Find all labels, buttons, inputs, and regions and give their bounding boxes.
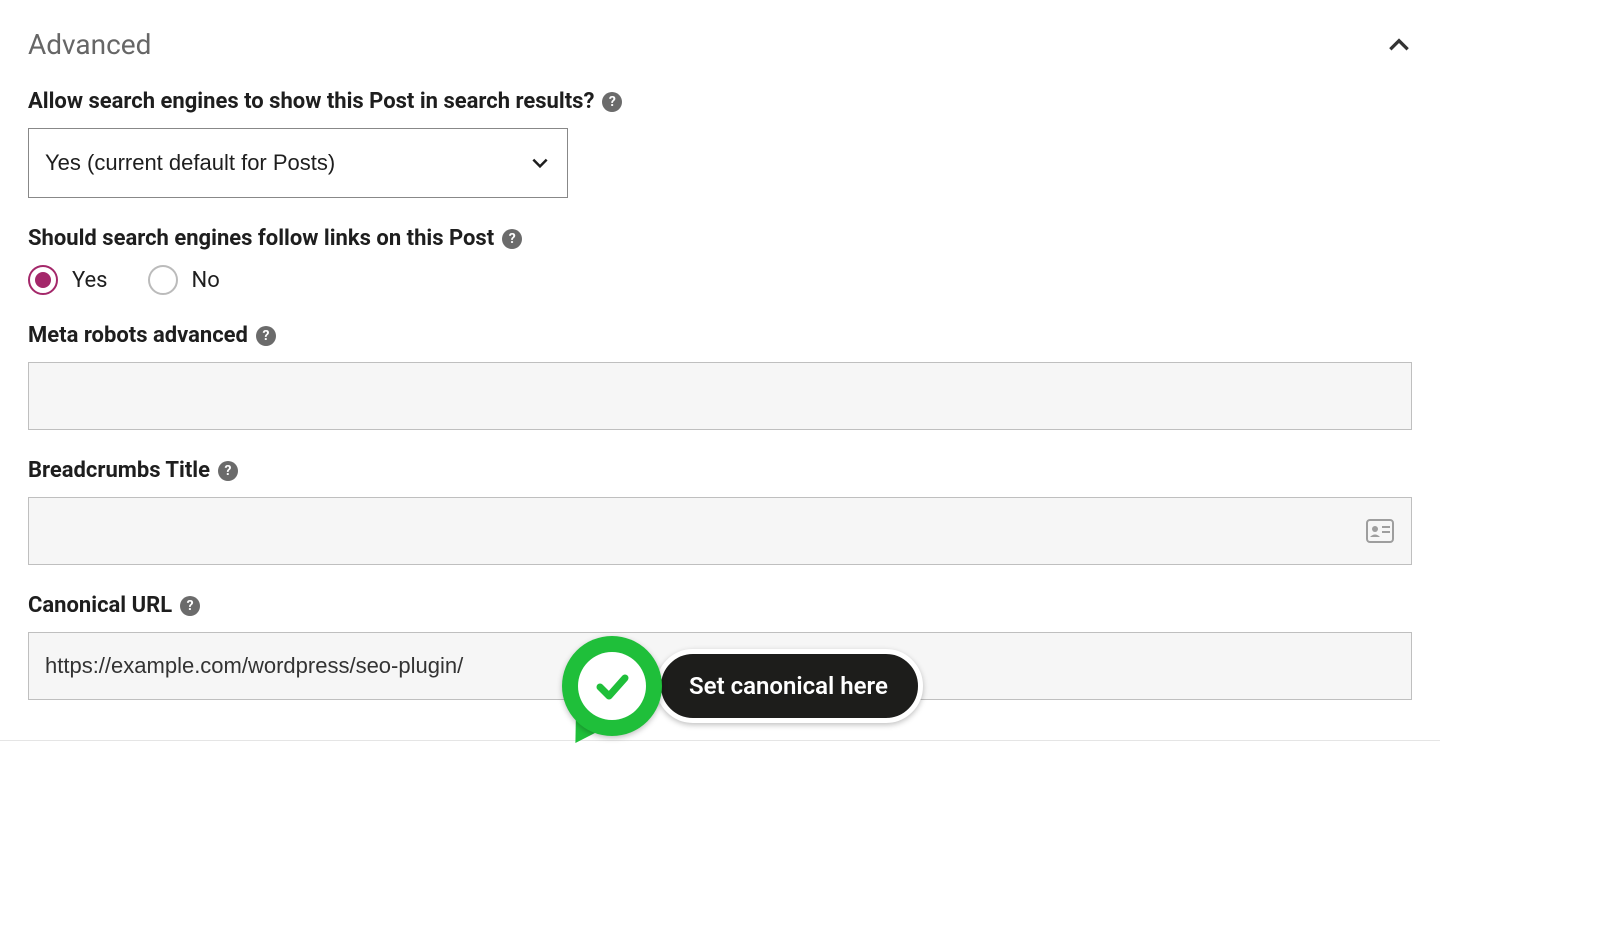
follow-links-radio-yes[interactable]: Yes bbox=[28, 265, 108, 295]
canonical-section: Canonical URL ? bbox=[28, 593, 1412, 700]
canonical-label: Canonical URL bbox=[28, 593, 172, 618]
breadcrumbs-input-wrap bbox=[28, 497, 1412, 565]
help-icon[interactable]: ? bbox=[502, 229, 522, 249]
breadcrumbs-label-row: Breadcrumbs Title ? bbox=[28, 458, 1412, 483]
help-icon[interactable]: ? bbox=[602, 92, 622, 112]
breadcrumbs-input[interactable] bbox=[28, 497, 1412, 565]
radio-label-no: No bbox=[192, 268, 220, 293]
panel-header: Advanced bbox=[28, 28, 1412, 61]
search-results-label: Allow search engines to show this Post i… bbox=[28, 89, 594, 114]
radio-dot bbox=[35, 272, 51, 288]
search-results-label-row: Allow search engines to show this Post i… bbox=[28, 89, 1412, 114]
help-icon[interactable]: ? bbox=[256, 326, 276, 346]
follow-links-label: Should search engines follow links on th… bbox=[28, 226, 494, 251]
breadcrumbs-label: Breadcrumbs Title bbox=[28, 458, 210, 483]
breadcrumbs-section: Breadcrumbs Title ? bbox=[28, 458, 1412, 565]
collapse-icon[interactable] bbox=[1386, 32, 1412, 58]
advanced-panel: Advanced Allow search engines to show th… bbox=[0, 0, 1440, 741]
canonical-input-wrap bbox=[28, 632, 1412, 700]
follow-links-radio-no[interactable]: No bbox=[148, 265, 220, 295]
search-results-select[interactable] bbox=[28, 128, 568, 198]
follow-links-radio-group: Yes No bbox=[28, 265, 1412, 295]
meta-robots-input[interactable] bbox=[28, 362, 1412, 430]
canonical-label-row: Canonical URL ? bbox=[28, 593, 1412, 618]
radio-indicator bbox=[148, 265, 178, 295]
help-icon[interactable]: ? bbox=[218, 461, 238, 481]
radio-label-yes: Yes bbox=[72, 268, 108, 293]
search-results-section: Allow search engines to show this Post i… bbox=[28, 89, 1412, 198]
follow-links-label-row: Should search engines follow links on th… bbox=[28, 226, 1412, 251]
meta-robots-input-wrap bbox=[28, 362, 1412, 430]
meta-robots-label-row: Meta robots advanced ? bbox=[28, 323, 1412, 348]
search-results-select-wrap bbox=[28, 128, 568, 198]
id-card-icon bbox=[1366, 519, 1394, 543]
panel-title: Advanced bbox=[28, 28, 151, 61]
follow-links-section: Should search engines follow links on th… bbox=[28, 226, 1412, 295]
canonical-input[interactable] bbox=[28, 632, 1412, 700]
help-icon[interactable]: ? bbox=[180, 596, 200, 616]
meta-robots-label: Meta robots advanced bbox=[28, 323, 248, 348]
radio-indicator bbox=[28, 265, 58, 295]
meta-robots-section: Meta robots advanced ? bbox=[28, 323, 1412, 430]
